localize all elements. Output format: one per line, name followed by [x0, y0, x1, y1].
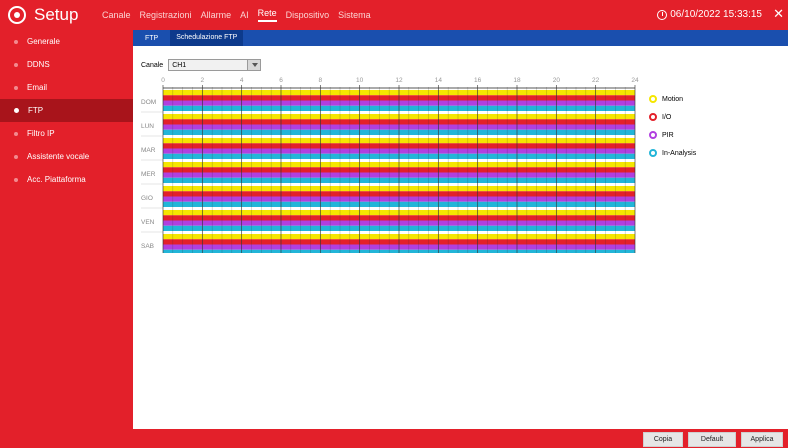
datetime-text: 06/10/2022 15:33:15	[670, 9, 762, 20]
top-bar: Setup Canale Registrazioni Allarme AI Rete Di…	[0, 0, 788, 30]
legend-label: In-Analysis	[662, 149, 697, 157]
radio-icon[interactable]	[649, 149, 657, 157]
legend-label: PIR	[662, 131, 674, 139]
radio-icon[interactable]	[649, 95, 657, 103]
bullet-icon	[14, 177, 18, 182]
hour-tick-label: 14	[435, 77, 443, 84]
channel-select[interactable]: CH1	[168, 59, 262, 71]
sidebar: Generale DDNS Email FTP Filtro IP Assistente …	[0, 30, 133, 448]
hour-tick-label: 18	[513, 77, 521, 84]
nav-tab-dispositivo[interactable]: Dispositivo	[286, 10, 330, 20]
gear-icon	[8, 6, 26, 24]
bullet-icon	[14, 131, 18, 136]
sidebar-item-filtro-ip[interactable]: Filtro IP	[0, 122, 133, 145]
sidebar-item-assistente-vocale[interactable]: Assistente vocale	[0, 145, 133, 168]
day-label: MER	[141, 171, 156, 178]
nav-tab-canale[interactable]: Canale	[102, 10, 131, 20]
app-title: Setup	[34, 5, 79, 24]
default-button[interactable]: Default	[688, 432, 736, 447]
sub-tabs: FTP Schedulazione FTP	[133, 30, 788, 46]
day-label: DOM	[141, 99, 156, 106]
hour-tick-label: 8	[319, 77, 323, 84]
bullet-icon	[14, 62, 18, 67]
nav-tab-allarme[interactable]: Allarme	[201, 10, 232, 20]
sidebar-item-label: Acc. Piattaforma	[27, 175, 86, 184]
legend-item[interactable]: PIR	[649, 131, 696, 139]
sidebar-item-ftp[interactable]: FTP	[0, 99, 133, 122]
subtab-ftp[interactable]: FTP	[139, 35, 164, 42]
day-label: MAR	[141, 147, 156, 154]
sidebar-item-label: Email	[27, 83, 48, 92]
radio-icon[interactable]	[649, 131, 657, 139]
sidebar-item-label: DDNS	[27, 60, 50, 69]
hour-tick-label: 22	[592, 77, 600, 84]
nav-tab-rete[interactable]: Rete	[257, 8, 277, 22]
clock-icon	[657, 9, 668, 20]
hour-tick-label: 12	[395, 77, 403, 84]
day-label: SAB	[141, 243, 154, 250]
legend-item[interactable]: Motion	[649, 95, 696, 103]
sidebar-item-email[interactable]: Email	[0, 76, 133, 99]
channel-row: Canale CH1	[141, 59, 262, 71]
hour-tick-label: 24	[631, 77, 639, 84]
top-nav: Canale Registrazioni Allarme AI Rete Disposit…	[102, 0, 380, 30]
schedule-grid[interactable]: 0 2 4 6 8 10 12 14 16 18 20 22 24DOMLUNMARMERGIOVENS…	[141, 73, 641, 253]
day-label: LUN	[141, 123, 154, 130]
sidebar-item-acc-piattaforma[interactable]: Acc. Piattaforma	[0, 168, 133, 191]
hour-tick-label: 4	[240, 77, 244, 84]
bullet-icon	[14, 39, 18, 44]
close-icon[interactable]: ✕	[773, 6, 784, 22]
day-label: VEN	[141, 219, 155, 226]
hour-tick-label: 0	[161, 77, 165, 84]
hour-tick-label: 20	[553, 77, 561, 84]
apply-button[interactable]: Applica	[741, 432, 783, 447]
sidebar-item-label: Assistente vocale	[27, 152, 90, 161]
radio-icon[interactable]	[649, 113, 657, 121]
subtab-schedulazione-ftp[interactable]: Schedulazione FTP	[170, 30, 244, 46]
legend-label: Motion	[662, 95, 684, 103]
legend: Motion I/O PIR In-Analysis	[649, 95, 696, 167]
sidebar-item-label: Filtro IP	[27, 129, 55, 138]
sidebar-item-label: Generale	[27, 37, 60, 46]
chevron-down-icon[interactable]	[247, 60, 261, 70]
copy-button[interactable]: Copia	[643, 432, 683, 447]
legend-item[interactable]: I/O	[649, 113, 696, 121]
bullet-icon	[14, 85, 18, 90]
sidebar-item-generale[interactable]: Generale	[0, 30, 133, 53]
bullet-icon	[14, 154, 18, 159]
nav-tab-ai[interactable]: AI	[240, 10, 249, 20]
channel-label: Canale	[141, 61, 164, 69]
hour-tick-label: 16	[474, 77, 482, 84]
hour-tick-label: 6	[279, 77, 283, 84]
nav-tab-registrazioni[interactable]: Registrazioni	[140, 10, 192, 20]
sidebar-item-ddns[interactable]: DDNS	[0, 53, 133, 76]
hour-tick-label: 2	[201, 77, 205, 84]
bullet-icon	[14, 108, 19, 113]
channel-value: CH1	[172, 61, 187, 69]
nav-tab-sistema[interactable]: Sistema	[338, 10, 371, 20]
legend-label: I/O	[662, 113, 672, 121]
sidebar-item-label: FTP	[28, 106, 44, 115]
hour-tick-label: 10	[356, 77, 364, 84]
legend-item[interactable]: In-Analysis	[649, 149, 696, 157]
day-label: GIO	[141, 195, 153, 202]
datetime-display: 06/10/2022 15:33:15	[657, 9, 762, 20]
